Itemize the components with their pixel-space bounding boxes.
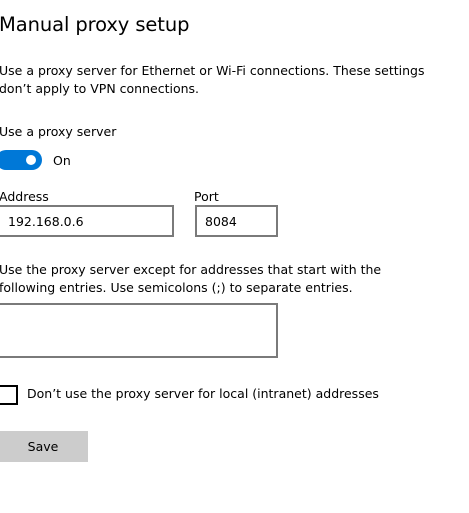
proxy-toggle-switch[interactable]	[0, 150, 42, 170]
page-description: Use a proxy server for Ethernet or Wi-Fi…	[0, 63, 425, 96]
proxy-toggle-state: On	[53, 153, 71, 168]
local-bypass-checkbox[interactable]	[0, 385, 18, 405]
address-input[interactable]	[0, 205, 174, 237]
address-label: Address	[0, 189, 49, 204]
toggle-knob	[26, 155, 36, 165]
port-label: Port	[194, 189, 219, 204]
exceptions-label: Use the proxy server except for addresse…	[0, 262, 382, 295]
exceptions-input[interactable]	[0, 303, 278, 358]
port-input[interactable]	[195, 205, 278, 237]
save-button[interactable]: Save	[0, 431, 88, 462]
local-bypass-label[interactable]: Don’t use the proxy server for local (in…	[27, 386, 379, 401]
page-title: Manual proxy setup	[0, 13, 190, 36]
proxy-toggle-label: Use a proxy server	[0, 124, 117, 139]
